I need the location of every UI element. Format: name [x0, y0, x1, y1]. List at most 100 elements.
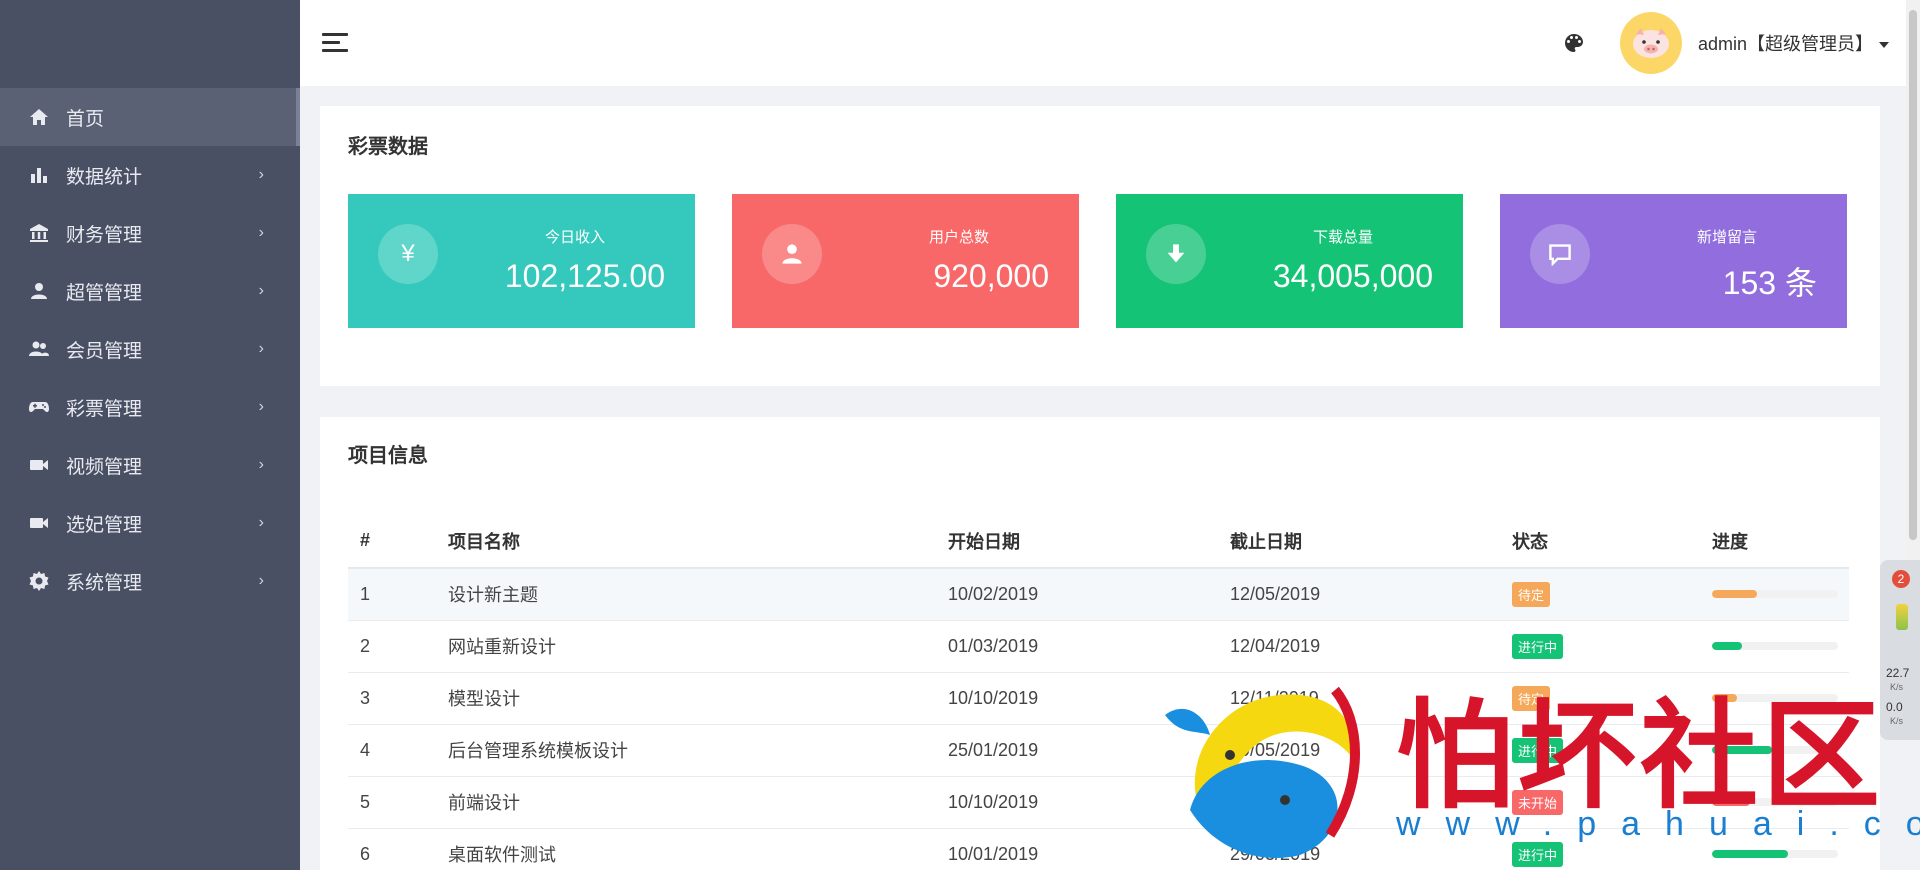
sidebar-item[interactable]: 财务管理 ›: [0, 204, 300, 262]
stat-card: 用户总数 920,000: [732, 194, 1079, 328]
cell-id: 6: [348, 828, 436, 870]
cell-status: 进行中: [1500, 724, 1700, 777]
yen-icon: ¥: [401, 240, 415, 267]
chevron-right-icon: ›: [258, 166, 264, 183]
page-scrollbar[interactable]: [1906, 0, 1920, 560]
cell-start: 25/01/2019: [936, 724, 1218, 777]
column-header: 截止日期: [1218, 514, 1500, 569]
sidebar-item[interactable]: 视频管理 ›: [0, 436, 300, 494]
cell-start: 10/10/2019: [936, 776, 1218, 829]
status-badge: 未开始: [1512, 789, 1564, 815]
table-row[interactable]: 3 模型设计 10/10/2019 12/11/2019 待定: [348, 672, 1849, 725]
stat-value: 102,125.00: [504, 258, 665, 294]
users-icon: [28, 338, 50, 360]
network-speed-widget[interactable]: 2 22.7 K/s 0.0 K/s: [1880, 560, 1920, 740]
sidebar-item[interactable]: 会员管理 ›: [0, 320, 300, 378]
status-badge: 待定: [1512, 685, 1551, 711]
cell-id: 5: [348, 776, 436, 829]
stat-label: 用户总数: [928, 229, 989, 246]
table-body: 1 设计新主题 10/02/2019 12/05/2019 待定 2 网站重新设计 01/03…: [348, 568, 1849, 870]
video-camera-icon: [28, 512, 50, 534]
sidebar-item-label: 系统管理: [66, 572, 143, 594]
sidebar-item-label: 彩票管理: [66, 398, 143, 420]
cell-name: 模型设计: [436, 672, 936, 725]
cell-status: 进行中: [1500, 620, 1700, 673]
sidebar-logo-area: [0, 0, 300, 88]
stat-label: 今日收入: [544, 229, 605, 246]
cell-start: 10/10/2019: [936, 672, 1218, 725]
cell-end: 12/11/2019: [1218, 776, 1500, 829]
user-dropdown[interactable]: admin【超级管理员】: [1698, 30, 1890, 56]
user-icon: [762, 224, 822, 284]
progress-bar: [1712, 798, 1838, 806]
chevron-right-icon: ›: [258, 514, 264, 531]
cell-end: 12/04/2019: [1218, 620, 1500, 673]
table-row[interactable]: 4 后台管理系统模板设计 25/01/2019 09/05/2019 进行中: [348, 724, 1849, 777]
sidebar-item[interactable]: 系统管理 ›: [0, 552, 300, 610]
video-camera-icon: [28, 454, 50, 476]
panel-title: 彩票数据: [348, 136, 428, 158]
sidebar-item-label: 视频管理: [66, 456, 143, 478]
cell-progress: [1700, 568, 1849, 621]
table-header-row: # 项目名称 开始日期 截止日期 状态 进度: [348, 514, 1849, 569]
home-icon: [28, 106, 50, 128]
yen-icon: ¥: [378, 224, 438, 284]
cell-end: 12/11/2019: [1218, 672, 1500, 725]
status-badge: 进行中: [1512, 737, 1564, 763]
cell-end: 29/03/2019: [1218, 828, 1500, 870]
user-icon: [28, 280, 50, 302]
palette-icon[interactable]: [1562, 31, 1586, 55]
upload-speed: 22.7: [1886, 666, 1910, 680]
cell-start: 01/03/2019: [936, 620, 1218, 673]
progress-bar: [1712, 746, 1838, 754]
cell-progress: [1700, 828, 1849, 870]
sidebar-item-label: 首页: [66, 108, 105, 130]
user-avatar[interactable]: [1620, 12, 1682, 74]
table-row[interactable]: 2 网站重新设计 01/03/2019 12/04/2019 进行中: [348, 620, 1849, 673]
cell-end: 12/05/2019: [1218, 568, 1500, 621]
scrollbar-thumb[interactable]: [1909, 10, 1917, 540]
sidebar-item[interactable]: 首页: [0, 88, 300, 146]
progress-fill: [1712, 694, 1738, 702]
cell-status: 待定: [1500, 672, 1700, 725]
cell-id: 3: [348, 672, 436, 725]
user-name-label: admin【超级管理员】: [1698, 34, 1874, 54]
cell-progress: [1700, 620, 1849, 673]
progress-fill: [1712, 850, 1788, 858]
sidebar-item[interactable]: 数据统计 ›: [0, 146, 300, 204]
download-speed: 0.0: [1886, 700, 1903, 714]
download-icon: [1146, 224, 1206, 284]
lottery-data-panel: 彩票数据 ¥ 今日收入 102,125.00 用户总数 920,000 下载总量 34,00…: [320, 106, 1880, 386]
comment-icon: [1530, 224, 1590, 284]
progress-bar: [1712, 694, 1838, 702]
cell-id: 4: [348, 724, 436, 777]
sidebar-item[interactable]: 超管管理 ›: [0, 262, 300, 320]
bank-icon: [28, 222, 50, 244]
table-row[interactable]: 6 桌面软件测试 10/01/2019 29/03/2019 进行中: [348, 828, 1849, 870]
menu-toggle-icon[interactable]: [322, 33, 348, 53]
cell-name: 桌面软件测试: [436, 828, 936, 870]
status-badge: 进行中: [1512, 841, 1564, 867]
cell-status: 未开始: [1500, 776, 1700, 829]
cell-start: 10/02/2019: [936, 568, 1218, 621]
table-row[interactable]: 5 前端设计 10/10/2019 12/11/2019 未开始: [348, 776, 1849, 829]
progress-bar: [1712, 590, 1838, 599]
sidebar-item[interactable]: 彩票管理 ›: [0, 378, 300, 436]
cell-progress: [1700, 776, 1849, 829]
download-speed-unit: K/s: [1890, 716, 1904, 726]
sidebar-item-label: 数据统计: [66, 166, 143, 188]
cell-end: 09/05/2019: [1218, 724, 1500, 777]
sidebar-item[interactable]: 选妃管理 ›: [0, 494, 300, 552]
status-badge: 进行中: [1512, 633, 1564, 659]
column-header: 项目名称: [436, 514, 936, 569]
progress-bar: [1712, 850, 1838, 858]
sidebar-item-label: 会员管理: [66, 340, 143, 362]
cell-name: 后台管理系统模板设计: [436, 724, 936, 777]
table-row[interactable]: 1 设计新主题 10/02/2019 12/05/2019 待定: [348, 568, 1849, 621]
bar-chart-icon: [28, 164, 50, 186]
project-info-panel: 项目信息 # 项目名称 开始日期 截止日期 状态 进度 1 设计新主题 10/02/2019 1…: [320, 417, 1880, 870]
upload-speed-unit: K/s: [1890, 682, 1904, 692]
cell-progress: [1700, 672, 1849, 725]
stat-label: 下载总量: [1312, 229, 1373, 246]
chevron-right-icon: ›: [258, 224, 264, 241]
